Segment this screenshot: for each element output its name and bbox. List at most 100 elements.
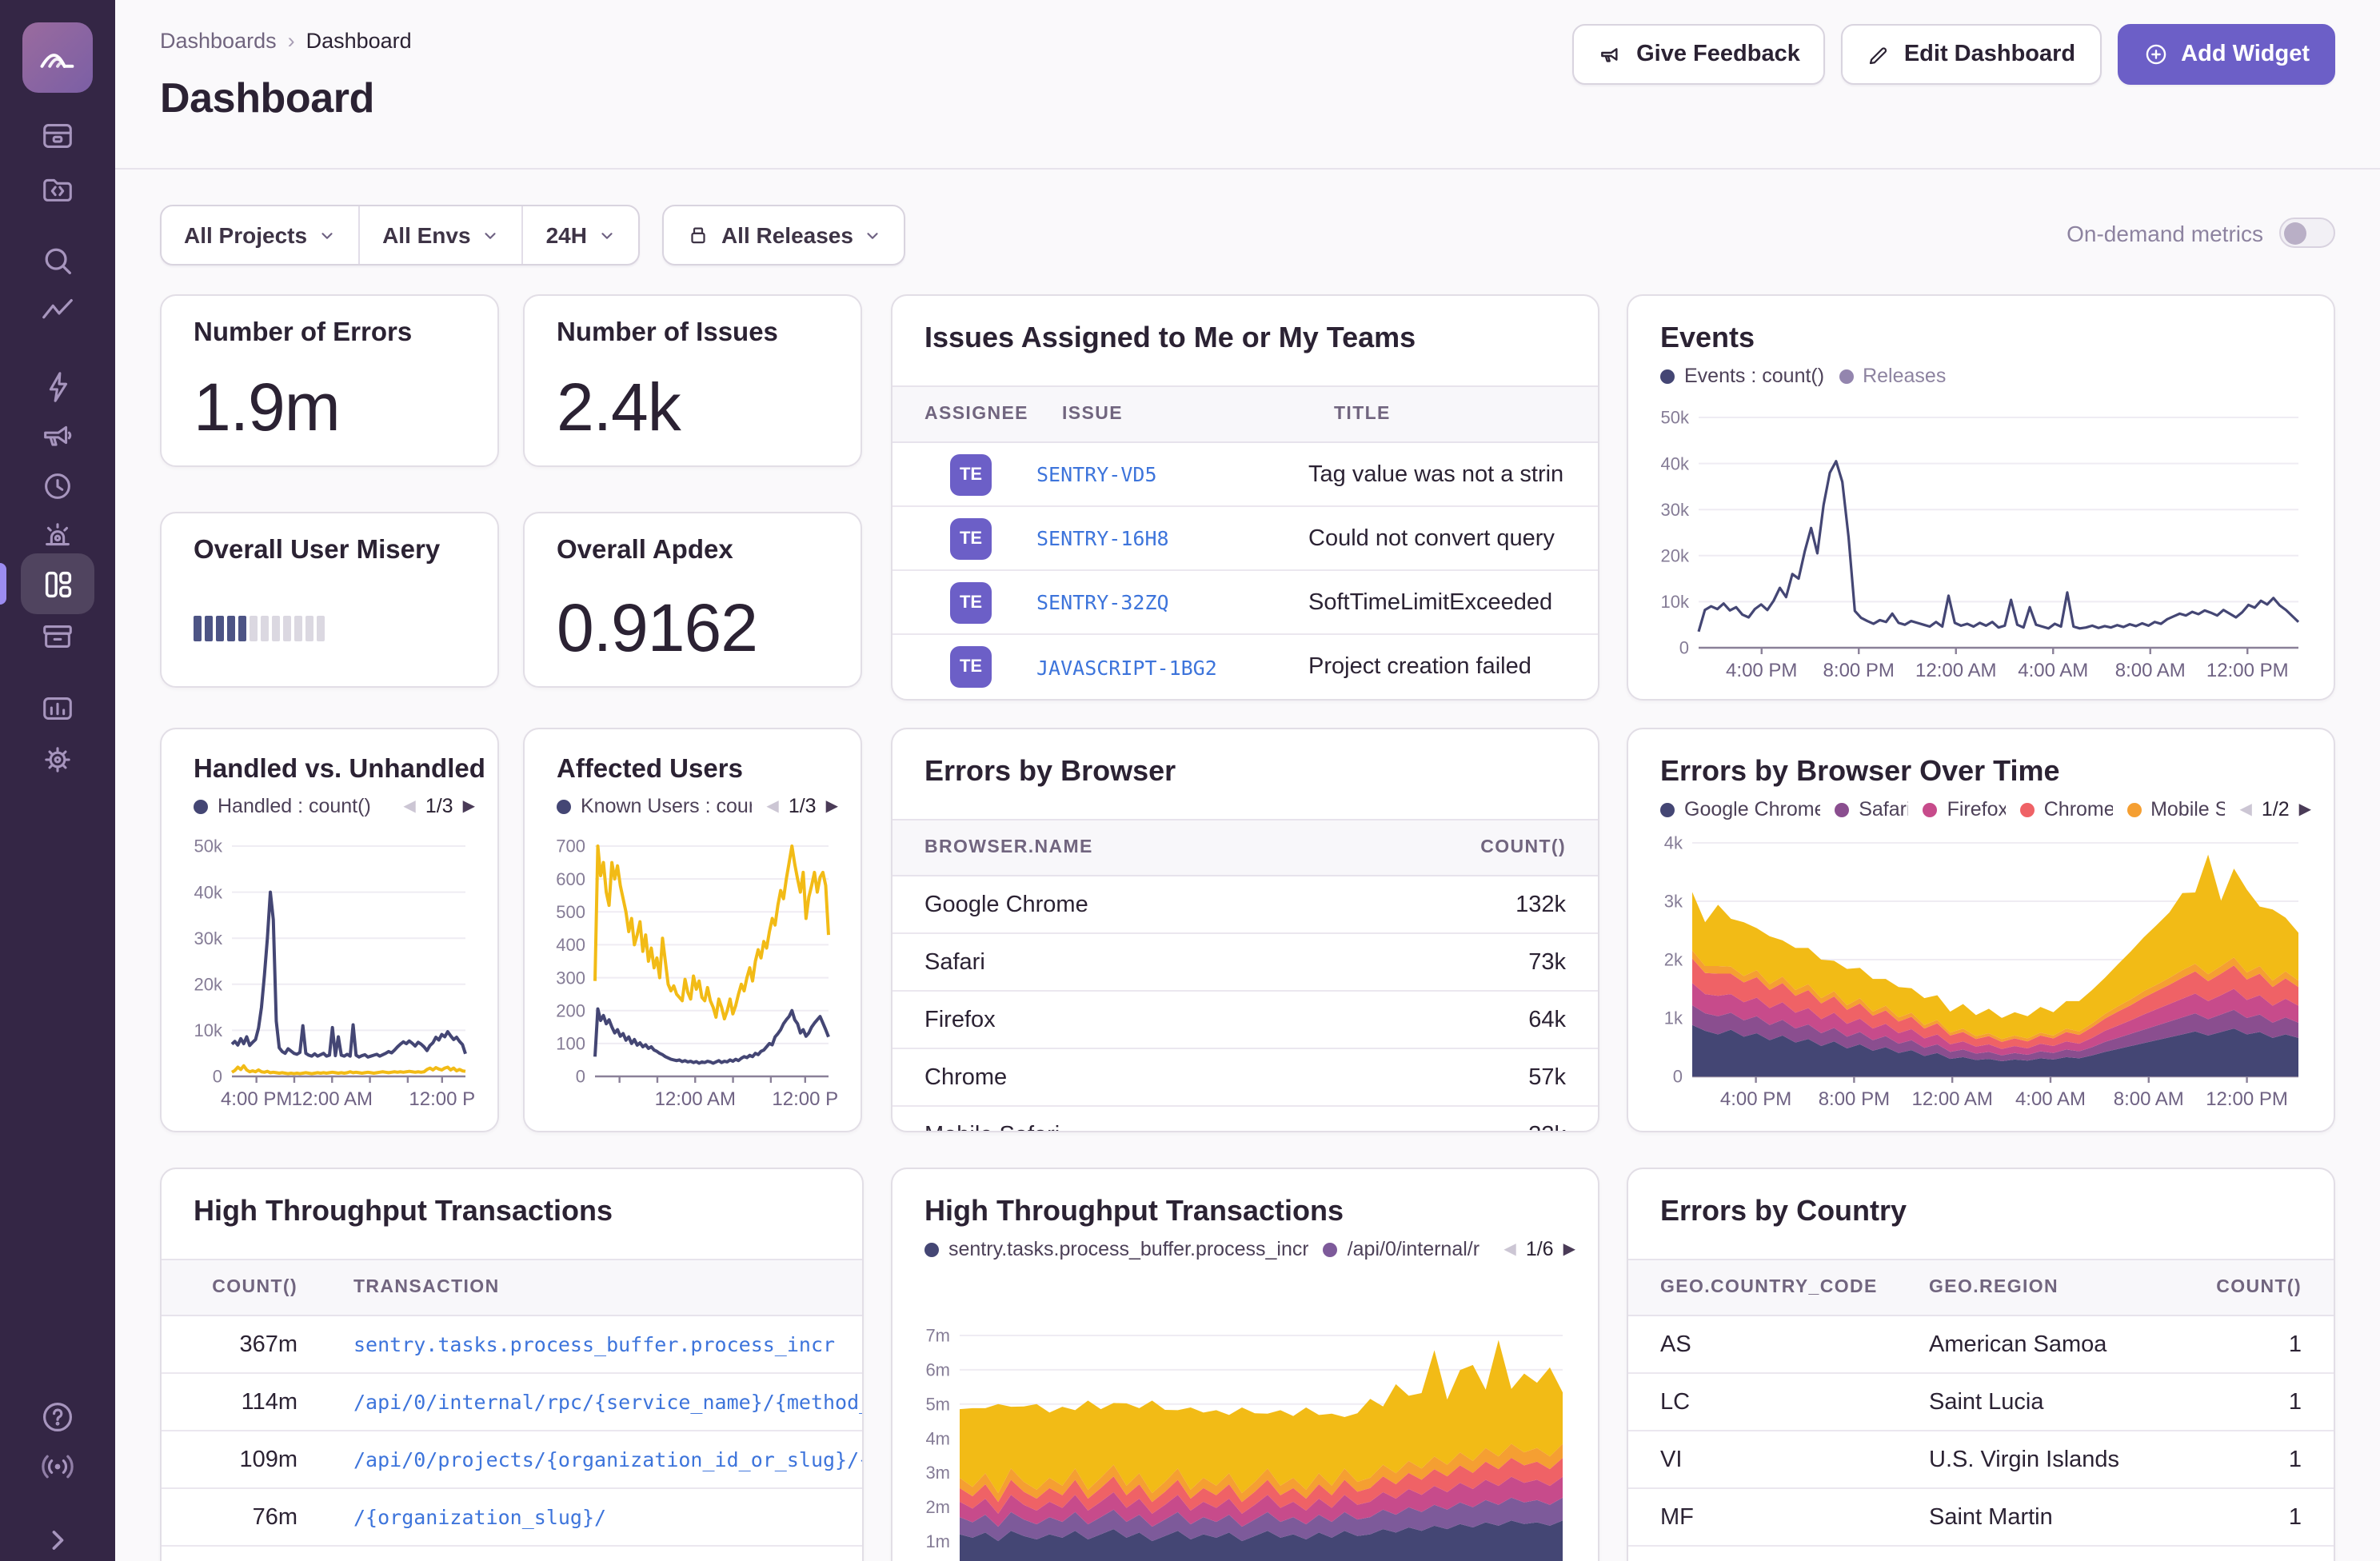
sidebar-item-alerts-megaphone[interactable] xyxy=(39,417,76,453)
issue-link[interactable]: SENTRY-VD5 xyxy=(1036,462,1308,486)
breadcrumb-dashboards-link[interactable]: Dashboards xyxy=(160,29,277,53)
issue-row[interactable]: TE SENTRY-VD5 Tag value was not a strin xyxy=(892,443,1598,507)
legend-item[interactable]: Known Users : cour xyxy=(557,795,752,817)
give-feedback-label: Give Feedback xyxy=(1636,42,1800,67)
assignee-avatar: TE xyxy=(950,581,992,623)
add-widget-label: Add Widget xyxy=(2181,42,2310,67)
browser-over-time-chart: 01k2k3k4k4:00 PM8:00 PM12:00 AM4:00 AM8:… xyxy=(1651,827,2314,1128)
sidebar-item-replays[interactable] xyxy=(39,468,76,505)
browser-row[interactable]: Firefox 64k xyxy=(892,992,1598,1049)
svg-text:12:00 AM: 12:00 AM xyxy=(655,1088,736,1110)
country-row[interactable]: MF Saint Martin 1 xyxy=(1628,1489,2334,1547)
svg-text:3k: 3k xyxy=(1664,892,1683,912)
transaction-row[interactable]: 114m /api/0/internal/rpc/{service_name}/… xyxy=(162,1374,862,1431)
add-widget-button[interactable]: Add Widget xyxy=(2117,24,2335,85)
legend-item[interactable]: Google Chrome xyxy=(1660,798,1820,820)
date-range-filter[interactable]: 24H xyxy=(524,206,638,264)
legend-item[interactable]: Firefox xyxy=(1923,798,2006,820)
legend-item[interactable]: Releases xyxy=(1839,365,1946,387)
sidebar-item-whats-new[interactable] xyxy=(38,1447,77,1486)
legend-item[interactable]: sentry.tasks.process_buffer.process_incr xyxy=(924,1238,1309,1260)
svg-text:0: 0 xyxy=(1679,638,1689,658)
issue-row[interactable]: TE JAVASCRIPT-1BG2 Project creation fail… xyxy=(892,635,1598,699)
country-region: Saint Lucia xyxy=(1929,1389,2289,1415)
issue-link[interactable]: SENTRY-16H8 xyxy=(1036,526,1308,550)
legend-item[interactable]: Safari xyxy=(1835,798,1908,820)
legend-dot xyxy=(1923,802,1938,816)
prev-page-arrow[interactable]: ◀ xyxy=(2239,800,2251,818)
sidebar-item-feedback-lightning[interactable] xyxy=(39,369,76,405)
throughput-chart: 01m2m3m4m5m6m7m4:00 PM8:00 PM12:00 AM4:0… xyxy=(915,1319,1579,1561)
prev-page-arrow[interactable]: ◀ xyxy=(1503,1240,1515,1258)
widget-pagination: ◀ 1/6 ▶ xyxy=(1503,1238,1575,1260)
browser-row[interactable]: Chrome 57k xyxy=(892,1049,1598,1107)
sidebar-item-issues[interactable] xyxy=(39,118,76,154)
prev-page-arrow[interactable]: ◀ xyxy=(403,797,415,815)
issues-icon xyxy=(39,118,76,154)
svg-text:12:00 P: 12:00 P xyxy=(772,1088,838,1110)
release-filter[interactable]: All Releases xyxy=(664,206,904,264)
country-row[interactable]: AS American Samoa 1 xyxy=(1628,1316,2334,1374)
breadcrumb-current: Dashboard xyxy=(306,29,412,53)
transaction-link[interactable]: /api/0/projects/{organization_id_or_slug… xyxy=(298,1447,862,1471)
issue-row[interactable]: TE SENTRY-16H8 Could not convert query xyxy=(892,507,1598,571)
transaction-link[interactable]: /{organization_slug}/ xyxy=(298,1505,862,1529)
transaction-row[interactable]: 367m sentry.tasks.process_buffer.process… xyxy=(162,1316,862,1374)
legend-item[interactable]: Mobile S xyxy=(2126,798,2225,820)
legend-item[interactable]: /api/0/internal/r xyxy=(1324,1238,1490,1260)
browser-row[interactable]: Safari 73k xyxy=(892,934,1598,992)
country-table: GEO.COUNTRY_CODE GEO.REGION COUNT() AS A… xyxy=(1628,1259,2334,1561)
next-page-arrow[interactable]: ▶ xyxy=(2299,800,2311,818)
country-row[interactable]: VI U.S. Virgin Islands 1 xyxy=(1628,1431,2334,1489)
transaction-row-partial[interactable] xyxy=(162,1547,862,1561)
sidebar-item-settings[interactable] xyxy=(39,741,76,778)
svg-text:4:00 AM: 4:00 AM xyxy=(2015,1088,2086,1110)
sidebar-item-dashboards[interactable] xyxy=(21,553,94,614)
transaction-row[interactable]: 109m /api/0/projects/{organization_id_or… xyxy=(162,1431,862,1489)
handled-chart: 010k20k30k40k50k4:00 PM12:00 AM12:00 P xyxy=(184,830,475,1128)
transaction-row[interactable]: 76m /{organization_slug}/ xyxy=(162,1489,862,1547)
transaction-link[interactable]: /api/0/internal/rpc/{service_name}/{meth… xyxy=(298,1390,862,1414)
page-title: Dashboard xyxy=(160,74,374,123)
help-icon xyxy=(38,1398,77,1436)
svg-text:0: 0 xyxy=(576,1067,585,1087)
issue-row[interactable]: TE SENTRY-32ZQ SoftTimeLimitExceeded xyxy=(892,571,1598,635)
issue-title: SoftTimeLimitExceeded xyxy=(1308,589,1598,615)
widget-title: Number of Issues xyxy=(525,296,861,349)
issue-link[interactable]: JAVASCRIPT-1BG2 xyxy=(1036,655,1308,679)
legend-label: Mobile S xyxy=(2150,798,2225,820)
sidebar-item-home[interactable] xyxy=(22,22,93,93)
project-filter[interactable]: All Projects xyxy=(162,206,358,264)
affected-legend: Known Users : cour ◀ 1/3 ▶ xyxy=(525,785,861,817)
next-page-arrow[interactable]: ▶ xyxy=(463,797,475,815)
sidebar-item-performance[interactable] xyxy=(39,293,76,330)
transaction-link[interactable]: sentry.tasks.process_buffer.process_incr xyxy=(298,1332,862,1356)
browser-row[interactable]: Google Chrome 132k xyxy=(892,876,1598,934)
legend-item[interactable]: Handled : count() xyxy=(194,795,371,817)
legend-label: Releases xyxy=(1863,365,1946,387)
widget-title: High Throughput Transactions xyxy=(892,1169,1598,1228)
sidebar-collapse-toggle[interactable] xyxy=(40,1523,75,1558)
next-page-arrow[interactable]: ▶ xyxy=(826,797,838,815)
country-row-partial[interactable] xyxy=(1628,1547,2334,1561)
sidebar-item-releases[interactable] xyxy=(39,618,76,655)
give-feedback-button[interactable]: Give Feedback xyxy=(1572,24,1826,85)
widget-issues-assigned: Issues Assigned to Me or My Teams ASSIGN… xyxy=(891,294,1599,701)
legend-item[interactable]: Events : count() xyxy=(1660,365,1824,387)
next-page-arrow[interactable]: ▶ xyxy=(1563,1240,1575,1258)
environment-filter[interactable]: All Envs xyxy=(360,206,522,264)
browser-row-partial[interactable]: Mobile Safari 33k xyxy=(892,1107,1598,1132)
prev-page-arrow[interactable]: ◀ xyxy=(766,797,778,815)
issue-link[interactable]: SENTRY-32ZQ xyxy=(1036,590,1308,614)
on-demand-metrics-toggle[interactable] xyxy=(2279,218,2335,248)
legend-item[interactable]: Chrome xyxy=(2020,798,2112,820)
sidebar-item-alerts-siren[interactable] xyxy=(39,517,76,554)
sidebar-item-stats[interactable] xyxy=(39,690,76,727)
country-row[interactable]: LC Saint Lucia 1 xyxy=(1628,1374,2334,1431)
sidebar-item-help[interactable] xyxy=(38,1398,77,1436)
throughput-legend: sentry.tasks.process_buffer.process_incr… xyxy=(892,1228,1598,1260)
edit-dashboard-button[interactable]: Edit Dashboard xyxy=(1842,24,2101,85)
svg-text:700: 700 xyxy=(556,836,585,856)
sidebar-item-projects[interactable] xyxy=(39,170,76,207)
sidebar-item-search[interactable] xyxy=(39,242,76,279)
